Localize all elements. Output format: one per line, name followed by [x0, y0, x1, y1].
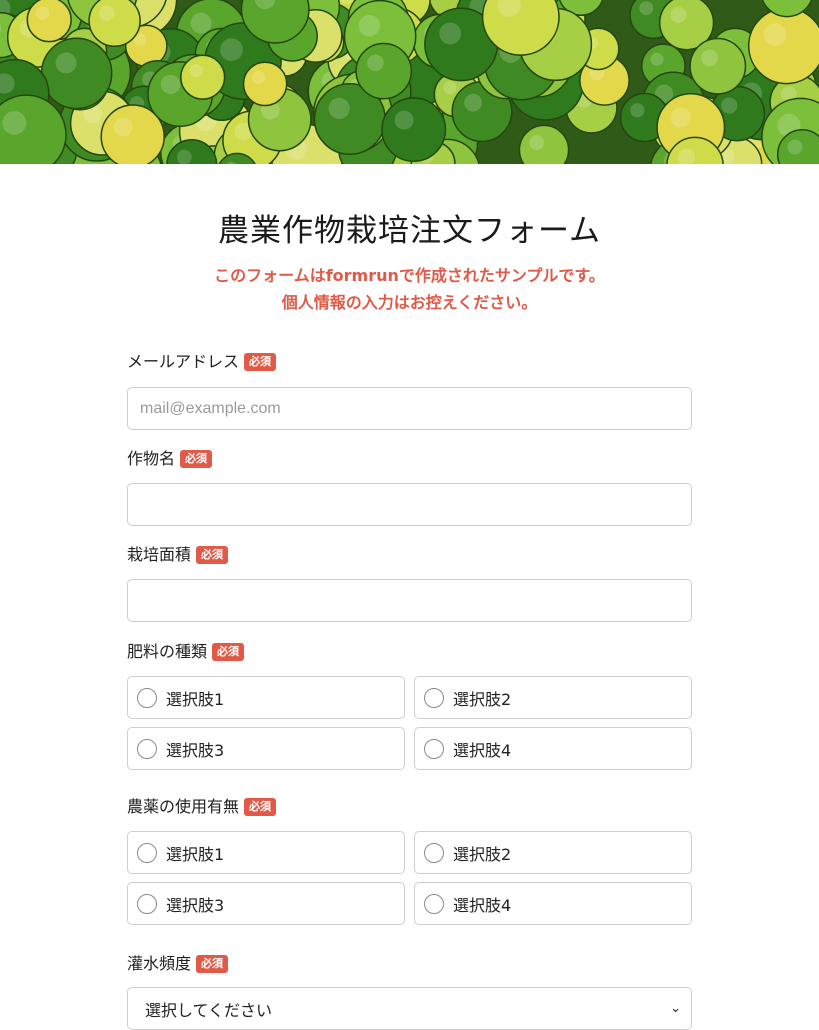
fertilizer-option-3[interactable]: 選択肢3	[127, 727, 405, 770]
radio-circle-icon[interactable]	[137, 842, 157, 863]
select-value: 選択してください	[145, 1000, 273, 1020]
radio-circle-icon[interactable]	[137, 687, 157, 708]
required-badge: 必須	[180, 450, 213, 468]
fertilizer-type-label: 肥料の種類 必須	[127, 641, 245, 663]
chevron-down-icon[interactable]: ⌄	[670, 1001, 681, 1016]
pesticide-option-1[interactable]: 選択肢1	[127, 831, 405, 874]
fertilizer-option-2[interactable]: 選択肢2	[414, 676, 692, 719]
required-badge: 必須	[196, 546, 229, 564]
pesticide-use-label-text: 農薬の使用有無	[127, 797, 240, 816]
email-input[interactable]	[127, 387, 692, 430]
radio-option-label: 選択肢3	[166, 895, 225, 915]
required-badge: 必須	[212, 643, 245, 661]
crop-name-label-text: 作物名	[127, 449, 176, 468]
cultivation-area-label-text: 栽培面積	[127, 545, 192, 564]
irrigation-frequency-label: 灌水頻度 必須	[127, 953, 229, 975]
crop-name-input[interactable]	[127, 483, 692, 526]
irrigation-frequency-label-text: 灌水頻度	[127, 954, 192, 973]
radio-circle-icon[interactable]	[424, 842, 444, 863]
fertilizer-option-1[interactable]: 選択肢1	[127, 676, 405, 719]
email-label-text: メールアドレス	[127, 352, 240, 371]
radio-option-label: 選択肢4	[453, 740, 512, 760]
radio-circle-icon[interactable]	[137, 893, 157, 914]
radio-circle-icon[interactable]	[424, 738, 444, 759]
required-badge: 必須	[244, 798, 277, 816]
radio-circle-icon[interactable]	[424, 687, 444, 708]
radio-option-label: 選択肢4	[453, 895, 512, 915]
form-title: 農業作物栽培注文フォーム	[217, 213, 602, 249]
fertilizer-option-4[interactable]: 選択肢4	[414, 727, 692, 770]
radio-circle-icon[interactable]	[424, 893, 444, 914]
required-badge: 必須	[196, 955, 229, 973]
pesticide-option-4[interactable]: 選択肢4	[414, 882, 692, 925]
email-label: メールアドレス 必須	[127, 351, 277, 373]
sample-notice-line-1: このフォームはformrunで作成されたサンプルです。	[214, 266, 605, 285]
cultivation-area-input[interactable]	[127, 579, 692, 622]
cultivation-area-label: 栽培面積 必須	[127, 544, 229, 566]
crop-name-label: 作物名 必須	[127, 448, 213, 470]
radio-option-label: 選択肢1	[166, 844, 225, 864]
required-badge: 必須	[244, 353, 277, 371]
radio-option-label: 選択肢3	[166, 740, 225, 760]
header-banner-image	[0, 0, 819, 164]
pesticide-option-3[interactable]: 選択肢3	[127, 882, 405, 925]
pesticide-use-label: 農薬の使用有無 必須	[127, 796, 277, 818]
pesticide-option-2[interactable]: 選択肢2	[414, 831, 692, 874]
sample-notice-line-2: 個人情報の入力はお控えください。	[281, 293, 538, 312]
radio-circle-icon[interactable]	[137, 738, 157, 759]
radio-option-label: 選択肢1	[166, 689, 225, 709]
fertilizer-type-label-text: 肥料の種類	[127, 642, 208, 661]
citrus-fruit-image	[0, 0, 819, 164]
radio-option-label: 選択肢2	[453, 844, 512, 864]
radio-option-label: 選択肢2	[453, 689, 512, 709]
